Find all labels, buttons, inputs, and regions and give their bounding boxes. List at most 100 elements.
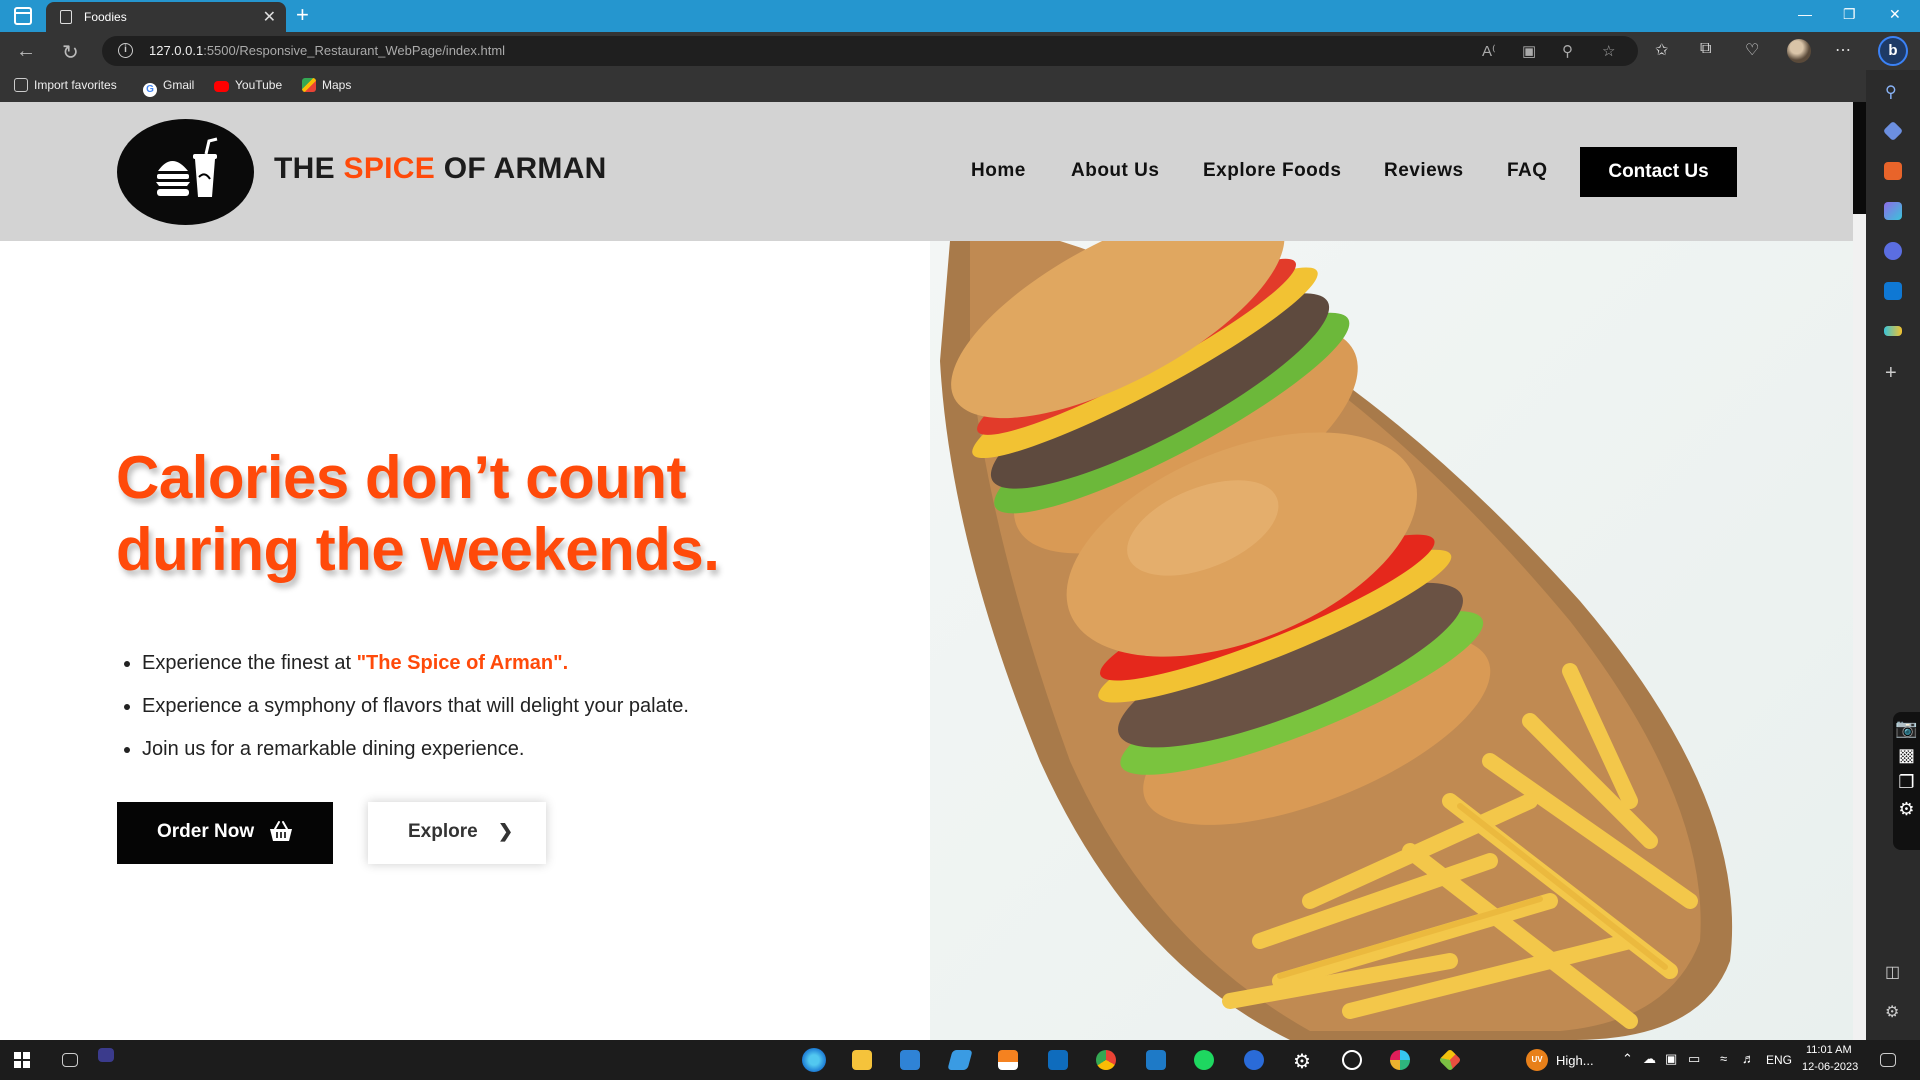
clock-time[interactable]: 11:01 AM: [1806, 1044, 1852, 1056]
import-icon: [14, 78, 28, 92]
settings-icon[interactable]: ⚙: [1293, 1049, 1311, 1074]
headline-line2: during the weekends.: [116, 516, 720, 583]
chevron-up-icon[interactable]: ⌃: [1622, 1051, 1633, 1067]
read-aloud-icon[interactable]: A⁽: [1482, 42, 1496, 60]
explore-button[interactable]: Explore ❯: [368, 802, 546, 864]
shopping-tag-icon[interactable]: [1882, 120, 1904, 142]
new-tab-button[interactable]: +: [296, 2, 309, 28]
favorite-star-icon[interactable]: ☆: [1602, 42, 1615, 60]
git-app-icon[interactable]: [1438, 1048, 1462, 1072]
vscode-icon[interactable]: [1146, 1050, 1166, 1070]
youtube-link[interactable]: YouTube: [214, 78, 282, 92]
windows-start-icon[interactable]: [14, 1052, 30, 1068]
maps-link[interactable]: Maps: [302, 78, 351, 92]
games-icon[interactable]: [1884, 202, 1902, 220]
order-now-button[interactable]: Order Now: [117, 802, 333, 864]
wifi-icon[interactable]: ≈: [1720, 1051, 1727, 1066]
restaurant-name-highlight: "The Spice of Arman".: [356, 652, 569, 674]
spotify-icon[interactable]: [1194, 1050, 1214, 1070]
browser-essentials-icon[interactable]: ♡: [1745, 40, 1759, 60]
title-bar: Foodies ✕ + — ❐ ✕: [0, 0, 1920, 32]
language-indicator[interactable]: ENG: [1766, 1053, 1792, 1067]
refresh-icon[interactable]: ↻: [62, 40, 79, 65]
back-icon[interactable]: ←: [16, 40, 36, 63]
drop-icon[interactable]: [1884, 326, 1902, 336]
nav-home[interactable]: Home: [971, 160, 1026, 182]
tray-app-icon[interactable]: ▣: [1665, 1051, 1677, 1067]
gmail-link[interactable]: G Gmail: [143, 78, 194, 97]
nav-explore-foods[interactable]: Explore Foods: [1203, 160, 1341, 182]
dev-app-icon[interactable]: [98, 1048, 114, 1062]
hero-headline: Calories don’t count during the weekends…: [116, 442, 816, 586]
chrome-icon[interactable]: [1096, 1050, 1116, 1070]
profile-avatar[interactable]: [1787, 39, 1811, 63]
window-icon[interactable]: ❐: [1893, 772, 1920, 793]
order-now-label: Order Now: [157, 821, 255, 842]
maps-icon: [302, 78, 316, 92]
zoom-icon[interactable]: ⚲: [1562, 42, 1573, 60]
weather-text[interactable]: High...: [1556, 1053, 1594, 1068]
edge-taskbar-icon[interactable]: [802, 1048, 826, 1072]
browser-tab-foodies[interactable]: Foodies ✕: [46, 2, 286, 32]
obs-icon[interactable]: [1342, 1050, 1362, 1070]
url-host: 127.0.0.1: [149, 43, 204, 58]
nav-reviews[interactable]: Reviews: [1384, 160, 1464, 182]
notifications-icon[interactable]: [1880, 1053, 1896, 1067]
hide-sidebar-icon[interactable]: ◫: [1885, 962, 1900, 982]
site-info-icon[interactable]: i: [118, 43, 133, 58]
task-view-icon[interactable]: [62, 1053, 78, 1067]
onedrive-icon[interactable]: ☁: [1643, 1051, 1656, 1067]
microsoft365-icon[interactable]: [1884, 242, 1902, 260]
site-logo[interactable]: [117, 119, 254, 225]
url-path: :5500/Responsive_Restaurant_WebPage/inde…: [203, 43, 506, 58]
clock-date[interactable]: 12-06-2023: [1802, 1061, 1858, 1073]
mail-icon[interactable]: [900, 1050, 920, 1070]
minimize-icon[interactable]: —: [1798, 6, 1812, 22]
video-icon[interactable]: ▩: [1893, 745, 1920, 766]
camera-icon[interactable]: 📷: [1893, 718, 1920, 739]
contact-us-button[interactable]: Contact Us: [1580, 147, 1737, 197]
remote-desktop-icon[interactable]: [947, 1050, 973, 1070]
battery-icon[interactable]: ▭: [1688, 1051, 1700, 1067]
page-scrollbar[interactable]: [1853, 102, 1866, 1040]
capture-settings-icon[interactable]: ⚙: [1893, 799, 1920, 820]
search-icon[interactable]: ⚲: [1885, 82, 1897, 102]
tab-close-icon[interactable]: ✕: [263, 7, 276, 27]
tools-icon[interactable]: [1884, 162, 1902, 180]
import-favorites-link[interactable]: Import favorites: [14, 78, 117, 92]
immersive-reader-icon[interactable]: ▣: [1522, 42, 1536, 60]
file-explorer-icon[interactable]: [852, 1050, 872, 1070]
weather-uv-icon[interactable]: UV: [1526, 1049, 1548, 1071]
bullet-text: Experience the finest at: [142, 652, 357, 674]
volume-icon[interactable]: ♬: [1742, 1051, 1755, 1066]
wps-icon[interactable]: [1244, 1050, 1264, 1070]
outlook-taskbar-icon[interactable]: [1048, 1050, 1068, 1070]
nav-faq[interactable]: FAQ: [1507, 160, 1548, 182]
favorites-icon[interactable]: ✩: [1655, 40, 1668, 60]
restore-icon[interactable]: ❐: [1843, 6, 1856, 23]
tab-title: Foodies: [84, 10, 127, 24]
add-sidebar-app-icon[interactable]: +: [1885, 362, 1897, 385]
more-options-icon[interactable]: ⋯: [1835, 40, 1851, 60]
bing-chat-icon[interactable]: b: [1878, 36, 1908, 66]
fav-label: Gmail: [163, 78, 195, 92]
collections-icon[interactable]: ⧉: [1700, 40, 1711, 58]
close-window-icon[interactable]: ✕: [1889, 6, 1901, 23]
sidebar-settings-icon[interactable]: ⚙: [1885, 1002, 1899, 1022]
url-text: 127.0.0.1:5500/Responsive_Restaurant_Web…: [149, 43, 505, 58]
fav-label: Maps: [322, 78, 352, 92]
chevron-right-icon: ❯: [498, 821, 514, 841]
youtube-icon: [214, 81, 229, 92]
burger-drink-icon: [156, 137, 218, 197]
url-field[interactable]: i 127.0.0.1:5500/Responsive_Restaurant_W…: [102, 36, 1638, 66]
slack-icon[interactable]: [1390, 1050, 1410, 1070]
brand-accent: SPICE: [343, 152, 436, 185]
nav-about-us[interactable]: About Us: [1071, 160, 1159, 182]
outlook-icon[interactable]: [1884, 282, 1902, 300]
brand-part2: OF ARMAN: [435, 152, 607, 185]
scrollbar-thumb[interactable]: [1853, 102, 1866, 214]
bullet-item: Experience a symphony of flavors that wi…: [142, 685, 689, 728]
favorites-bar: Import favorites G Gmail YouTube Maps: [0, 70, 1866, 102]
vlc-icon[interactable]: [998, 1050, 1018, 1070]
workspaces-icon[interactable]: [14, 7, 32, 25]
